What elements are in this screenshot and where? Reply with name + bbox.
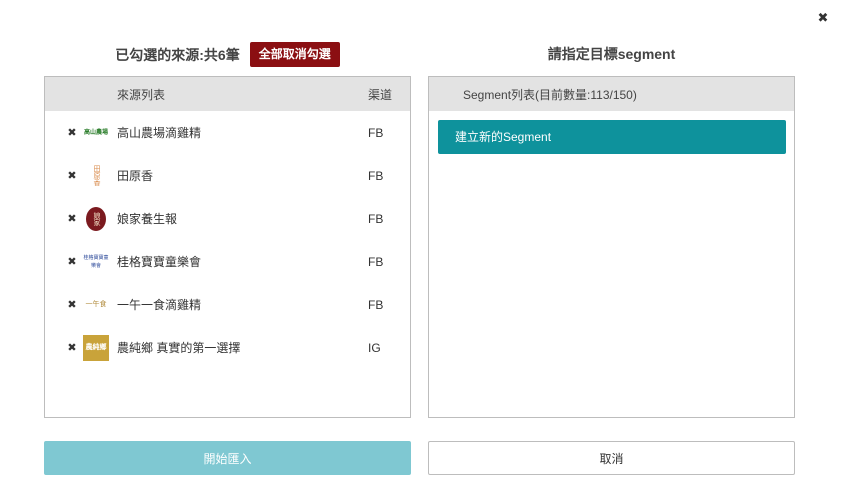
source-channel: FB <box>368 168 384 183</box>
remove-source-icon[interactable]: ✖ <box>65 169 79 182</box>
source-list-panel: 來源列表 渠道 ✖ 高山農場 高山農場滴雞精 FB ✖ 田原香 田原香 FB ✖… <box>44 76 411 418</box>
source-logo: 農純鄉 <box>83 334 109 361</box>
source-logo: 田原香 <box>93 165 100 186</box>
source-name: 高山農場滴雞精 <box>117 126 202 140</box>
source-name: 娘家養生報 <box>117 212 178 226</box>
deselect-all-button[interactable]: 全部取消勾選 <box>249 42 340 67</box>
source-row: ✖ 桂格寶寶童樂會 桂格寶寶童樂會 FB <box>45 240 410 283</box>
start-import-button[interactable]: 開始匯入 <box>44 441 411 475</box>
source-channel: FB <box>368 297 384 312</box>
cancel-button[interactable]: 取消 <box>428 441 795 475</box>
segment-list-panel: Segment列表(目前數量:113/150) 建立新的Segment <box>428 76 795 418</box>
remove-source-icon[interactable]: ✖ <box>65 341 79 354</box>
source-name: 桂格寶寶童樂會 <box>117 255 202 269</box>
source-logo: 桂格寶寶童樂會 <box>83 254 109 269</box>
channel-column-header: 渠道 <box>368 87 393 102</box>
source-name: 農純鄉 真實的第一選擇 <box>117 341 241 355</box>
source-row: ✖ 田原香 田原香 FB <box>45 154 410 197</box>
segment-list-title: Segment列表(目前數量:113/150) <box>463 87 637 102</box>
create-new-segment-item[interactable]: 建立新的Segment <box>438 120 786 154</box>
selected-sources-header: 已勾選的來源:共6筆 全部取消勾選 <box>44 42 411 67</box>
source-channel: IG <box>368 340 381 355</box>
source-row: ✖ 娘家 娘家養生報 FB <box>45 197 410 240</box>
close-icon[interactable]: ✖ <box>816 10 830 26</box>
source-list-header: 來源列表 渠道 <box>45 77 410 111</box>
selected-sources-title: 已勾選的來源:共6筆 <box>115 46 240 63</box>
remove-source-icon[interactable]: ✖ <box>65 255 79 268</box>
source-row: ✖ 一午食 一午一食滴雞精 FB <box>45 283 410 326</box>
remove-source-icon[interactable]: ✖ <box>65 126 79 139</box>
source-channel: FB <box>368 125 384 140</box>
source-logo: 一午食 <box>85 300 107 308</box>
segment-list-header: Segment列表(目前數量:113/150) <box>429 77 794 111</box>
remove-source-icon[interactable]: ✖ <box>65 298 79 311</box>
source-list-column-header: 來源列表 <box>117 87 166 102</box>
source-channel: FB <box>368 254 384 269</box>
source-name: 一午一食滴雞精 <box>117 298 202 312</box>
source-name: 田原香 <box>117 169 154 183</box>
target-segment-title: 請指定目標segment <box>547 46 676 62</box>
remove-source-icon[interactable]: ✖ <box>65 212 79 225</box>
source-logo: 娘家 <box>86 206 106 231</box>
source-row: ✖ 高山農場 高山農場滴雞精 FB <box>45 111 410 154</box>
source-channel: FB <box>368 211 384 226</box>
source-logo: 高山農場 <box>83 129 108 136</box>
source-row: ✖ 農純鄉 農純鄉 真實的第一選擇 IG <box>45 326 410 369</box>
